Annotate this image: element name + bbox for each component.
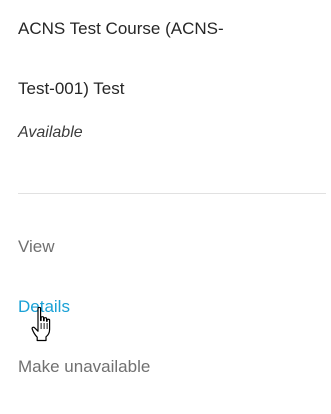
course-title-line-2: Test-001) Test (18, 79, 125, 98)
course-actions-menu: View Details Make unavailable (18, 234, 150, 414)
course-status: Available (18, 124, 83, 141)
divider (18, 193, 326, 194)
details-action[interactable]: Details (18, 294, 150, 320)
course-card: ACNS Test Course (ACNS- Test-001) Test A… (0, 0, 331, 376)
make-unavailable-action[interactable]: Make unavailable (18, 354, 150, 380)
course-title: ACNS Test Course (ACNS- Test-001) Test (18, 14, 328, 103)
course-title-line-1: ACNS Test Course (ACNS- (18, 19, 224, 38)
view-action[interactable]: View (18, 234, 150, 260)
